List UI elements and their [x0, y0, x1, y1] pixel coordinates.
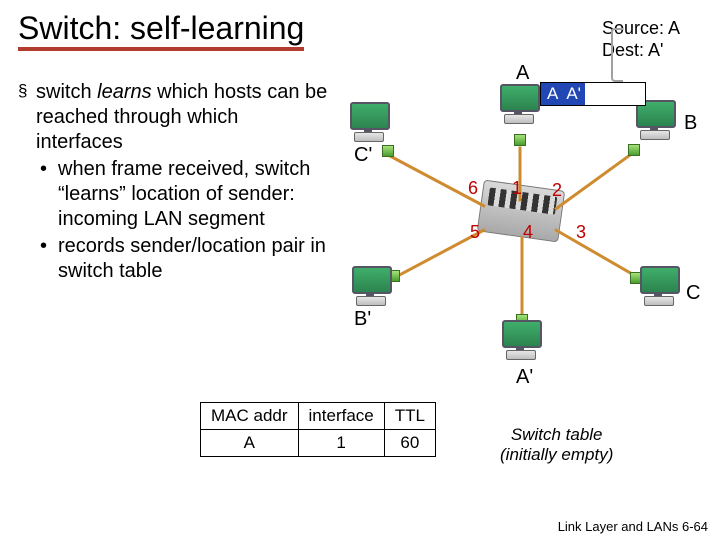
port-label-1: 1 — [512, 178, 522, 199]
frame-dst: A' — [564, 83, 585, 105]
host-B-icon — [632, 100, 678, 144]
host-Bprime-icon — [348, 266, 394, 310]
hub-port-icon — [382, 145, 394, 157]
bullet-l1: switch learns which hosts can be reached… — [18, 80, 328, 155]
port-label-4: 4 — [523, 222, 533, 243]
host-Cprime-icon — [346, 102, 392, 146]
host-label-B: B — [684, 112, 697, 135]
slide-title: Switch: self-learning — [18, 10, 304, 51]
th-iface: interface — [298, 403, 384, 430]
frame-payload — [585, 83, 645, 105]
bullet-l1-italic: learns — [97, 81, 151, 103]
slide-footer: Link Layer and LANs 6-64 — [558, 519, 708, 534]
caption-line1: Switch table — [500, 425, 613, 445]
td-mac: A — [201, 430, 299, 457]
td-ttl: 60 — [384, 430, 435, 457]
link-port2 — [554, 152, 633, 210]
switch-table-caption: Switch table (initially empty) — [500, 425, 613, 466]
host-A-icon — [496, 84, 542, 128]
frame-src: A — [541, 83, 564, 105]
host-label-Bprime: B' — [354, 308, 371, 331]
port-label-2: 2 — [552, 180, 562, 201]
switch-table: MAC addr interface TTL A 1 60 — [200, 402, 436, 457]
port-label-3: 3 — [576, 222, 586, 243]
td-iface: 1 — [298, 430, 384, 457]
bullet-l2a: when frame received, switch “learns” loc… — [18, 157, 328, 232]
bullet-list: switch learns which hosts can be reached… — [18, 80, 328, 284]
link-port3 — [554, 228, 638, 278]
port-label-6: 6 — [468, 178, 478, 199]
table-header-row: MAC addr interface TTL — [201, 403, 436, 430]
network-diagram: 1 2 3 4 5 6 A B C A' B' C' A A' — [330, 70, 710, 390]
th-mac: MAC addr — [201, 403, 299, 430]
bullet-l2b: records sender/location pair in switch t… — [18, 234, 328, 284]
bullet-l1-prefix: switch — [36, 81, 97, 103]
frame-icon: A A' — [540, 82, 646, 106]
host-label-C: C — [686, 282, 700, 305]
hub-port-icon — [628, 144, 640, 156]
host-label-Aprime: A' — [516, 366, 533, 389]
port-label-5: 5 — [470, 222, 480, 243]
host-C-icon — [636, 266, 682, 310]
link-port4 — [521, 237, 524, 317]
host-label-A: A — [516, 62, 529, 85]
hook-line — [611, 28, 623, 82]
host-label-Cprime: C' — [354, 144, 372, 167]
table-row: A 1 60 — [201, 430, 436, 457]
th-ttl: TTL — [384, 403, 435, 430]
caption-line2: (initially empty) — [500, 445, 613, 465]
hub-port-icon — [514, 134, 526, 146]
host-Aprime-icon — [498, 320, 544, 364]
